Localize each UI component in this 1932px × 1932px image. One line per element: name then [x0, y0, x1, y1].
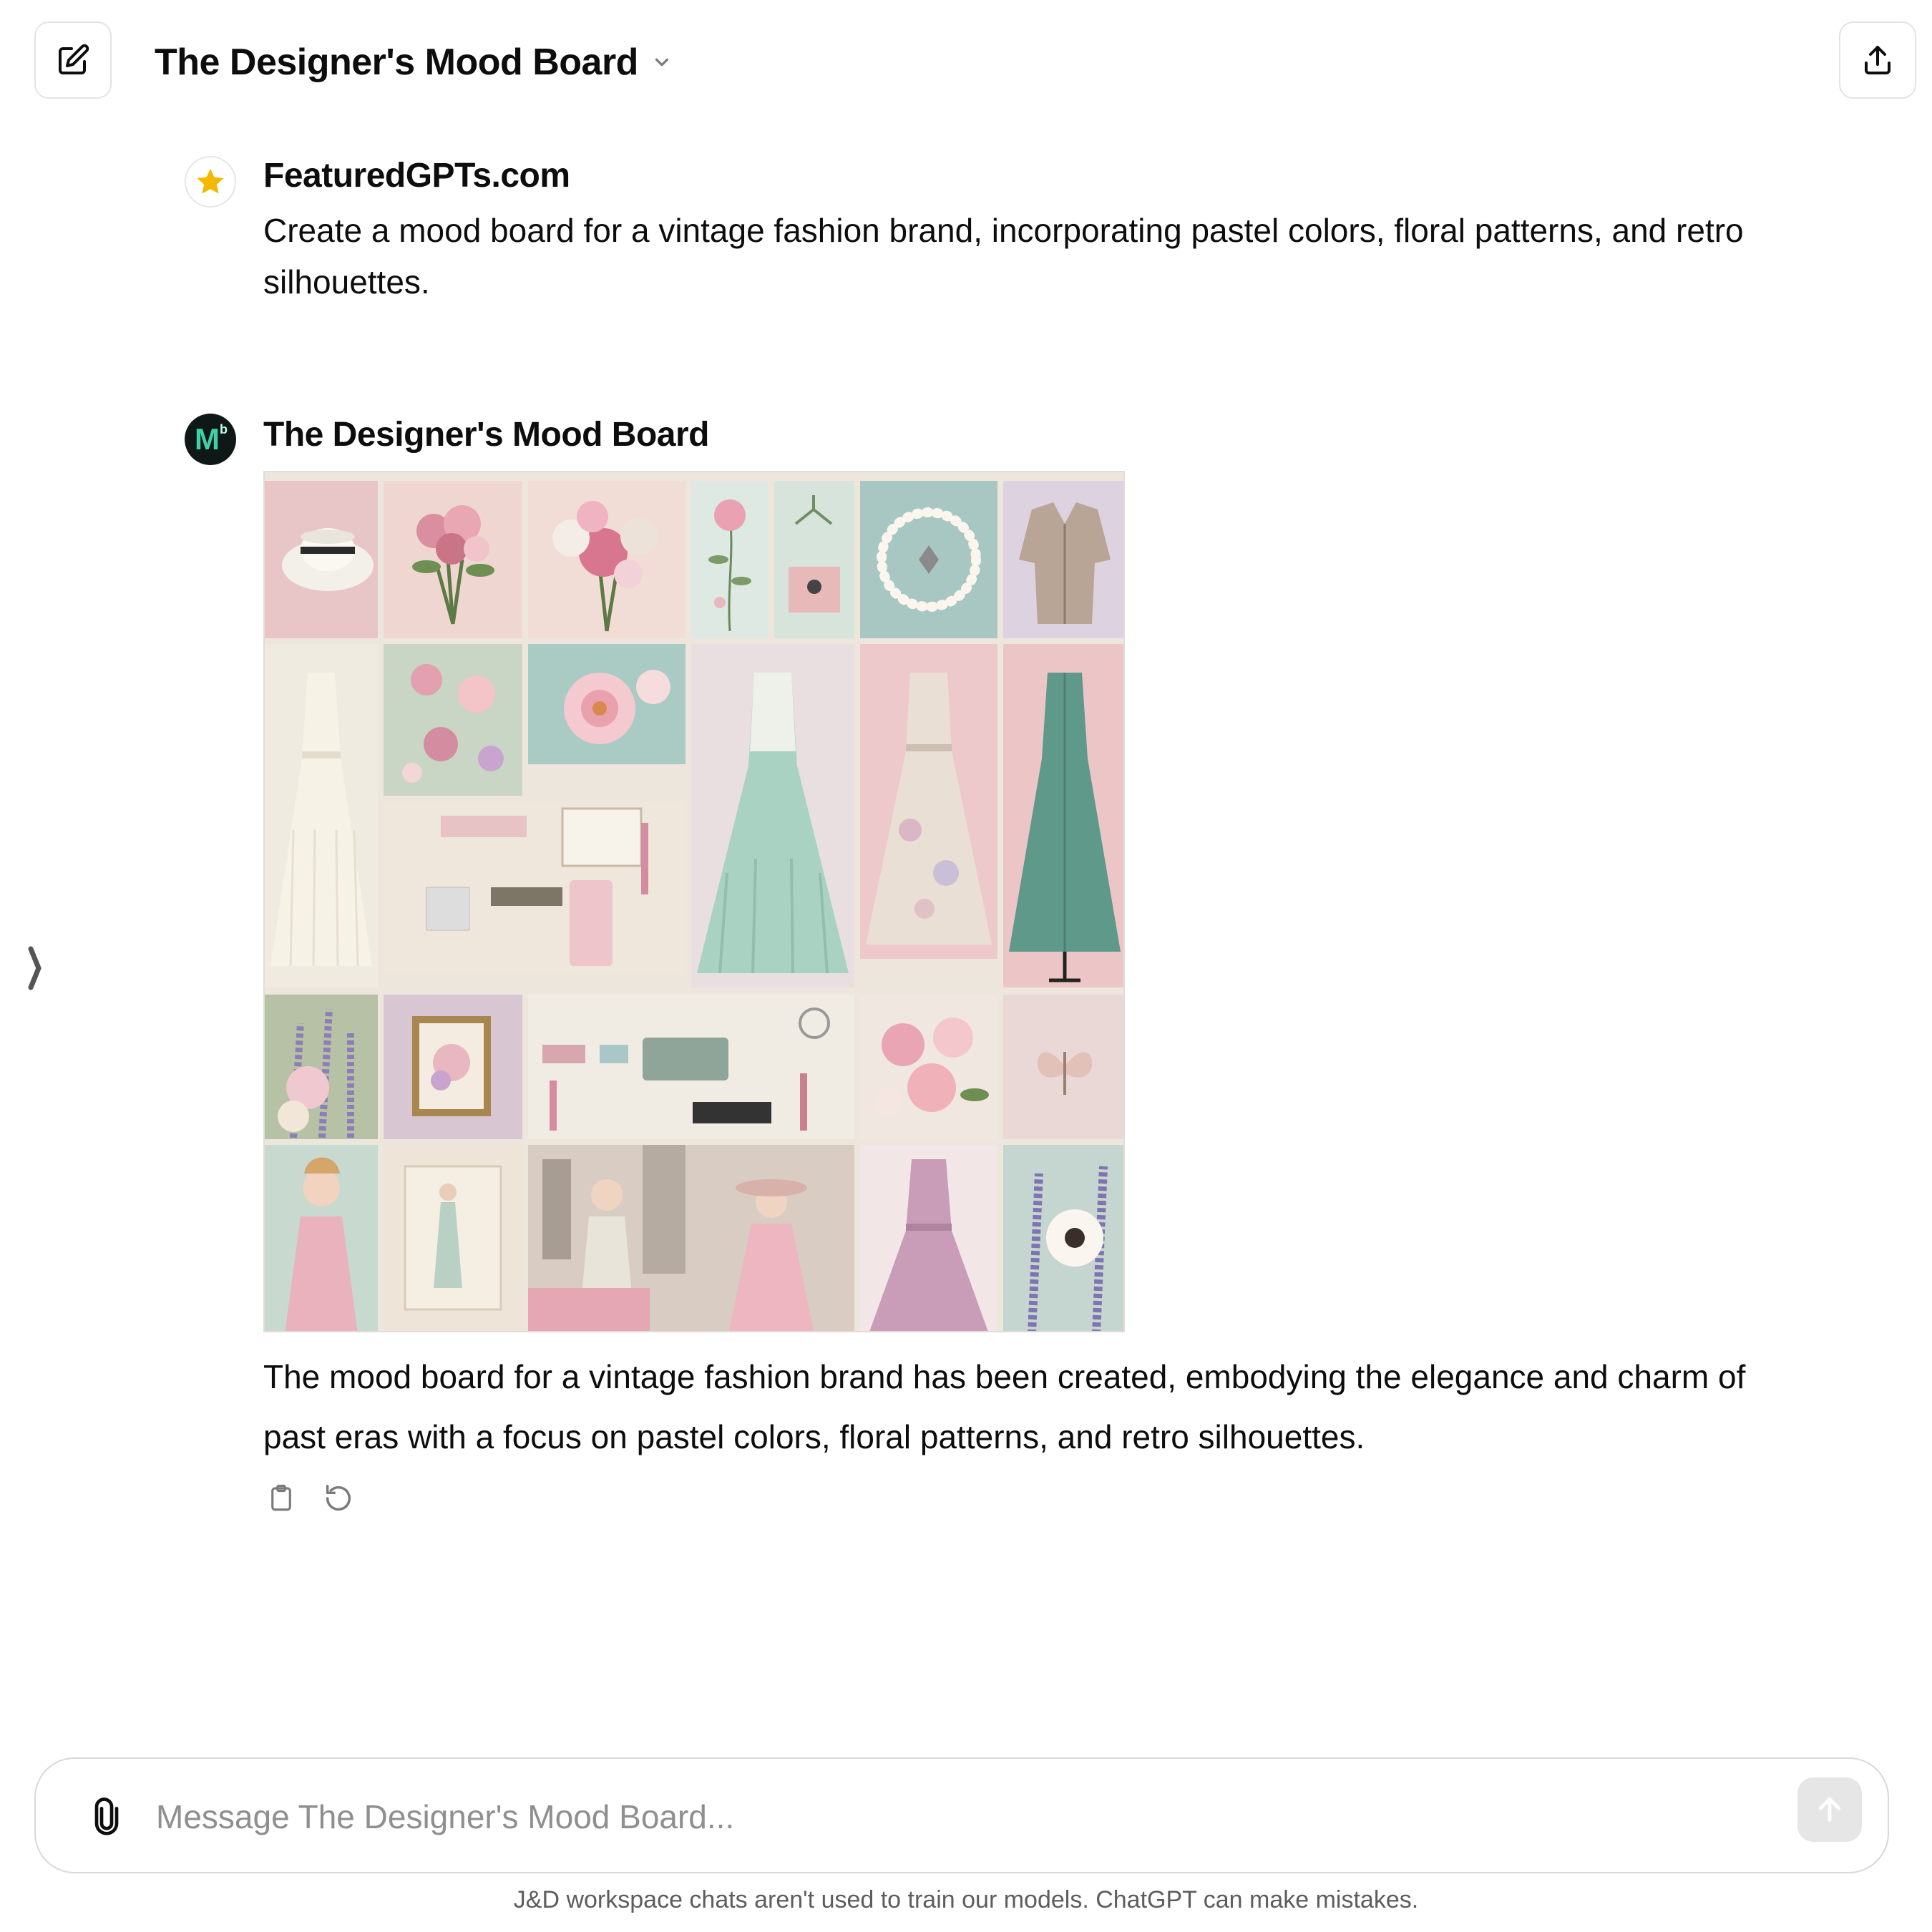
- sidebar-toggle-button[interactable]: [24, 943, 46, 993]
- arrow-up-icon: [1818, 1797, 1841, 1823]
- tile-botanical-sprig: [691, 481, 769, 638]
- user-avatar: [185, 156, 236, 208]
- gpt-avatar-letter: M: [195, 422, 220, 456]
- tile-cosmetics-flatlay: [384, 801, 686, 973]
- share-upload-icon: [1865, 46, 1890, 74]
- tile-accessories: [528, 995, 854, 1139]
- regenerate-icon: [326, 1485, 351, 1511]
- gpt-message-text: The mood board for a vintage fashion bra…: [263, 1358, 1746, 1455]
- tile-city-women: [528, 1145, 854, 1331]
- user-sender-name: FeaturedGPTs.com: [263, 157, 570, 195]
- tile-white-dress: [265, 644, 378, 987]
- user-message-text: Create a mood board for a vintage fashio…: [263, 212, 1744, 301]
- tile-daisy-lavender: [1003, 1145, 1123, 1331]
- tile-green-dress: [1003, 644, 1123, 987]
- message-actions: [263, 1478, 356, 1518]
- tile-bouquet-pink: [384, 481, 522, 638]
- tile-bouquet-rose: [528, 481, 686, 638]
- tile-sketch-card: [384, 1145, 522, 1331]
- message-input[interactable]: [156, 1792, 1730, 1842]
- footer-disclaimer: J&D workspace chats aren't used to train…: [513, 1886, 1419, 1913]
- attach-button[interactable]: [80, 1790, 133, 1843]
- message-composer: [34, 1757, 1889, 1873]
- new-chat-button[interactable]: [34, 21, 112, 99]
- tile-lace-dress: [860, 644, 997, 959]
- paperclip-icon: [94, 1797, 119, 1835]
- gpt-avatar-sup: b: [220, 421, 228, 436]
- tile-tweed-jacket: [1003, 481, 1123, 638]
- page-title: The Designer's Mood Board: [155, 42, 638, 83]
- tile-jewelry-box: [774, 481, 854, 638]
- tile-lavender-flowers: [265, 995, 378, 1139]
- send-button[interactable]: [1797, 1777, 1862, 1842]
- tile-rose-cluster: [860, 995, 997, 1139]
- tile-peony: [528, 644, 686, 764]
- tile-butterfly: [1003, 995, 1123, 1139]
- tile-floral-print: [384, 644, 522, 796]
- tile-pearl-necklace: [860, 481, 997, 638]
- gpt-sender-name: The Designer's Mood Board: [263, 416, 709, 454]
- chevron-down-icon: [655, 58, 669, 67]
- star-icon: [197, 168, 224, 194]
- sidebar-toggle-icon: [28, 946, 42, 990]
- copy-button[interactable]: [263, 1478, 299, 1518]
- tile-lilac-dress: [860, 1145, 997, 1331]
- regenerate-button[interactable]: [321, 1478, 356, 1518]
- clipboard-icon: [271, 1484, 291, 1511]
- gpt-avatar: Mb: [185, 414, 236, 465]
- tile-pink-lady: [265, 1145, 378, 1331]
- share-button[interactable]: [1839, 21, 1916, 99]
- tile-mint-gown: [691, 644, 854, 987]
- gpt-title-menu[interactable]: The Designer's Mood Board: [155, 36, 673, 89]
- mood-board-image[interactable]: [263, 471, 1125, 1332]
- pencil-square-icon: [59, 44, 89, 74]
- tile-framed-print: [384, 995, 522, 1139]
- tile-hat: [265, 481, 378, 638]
